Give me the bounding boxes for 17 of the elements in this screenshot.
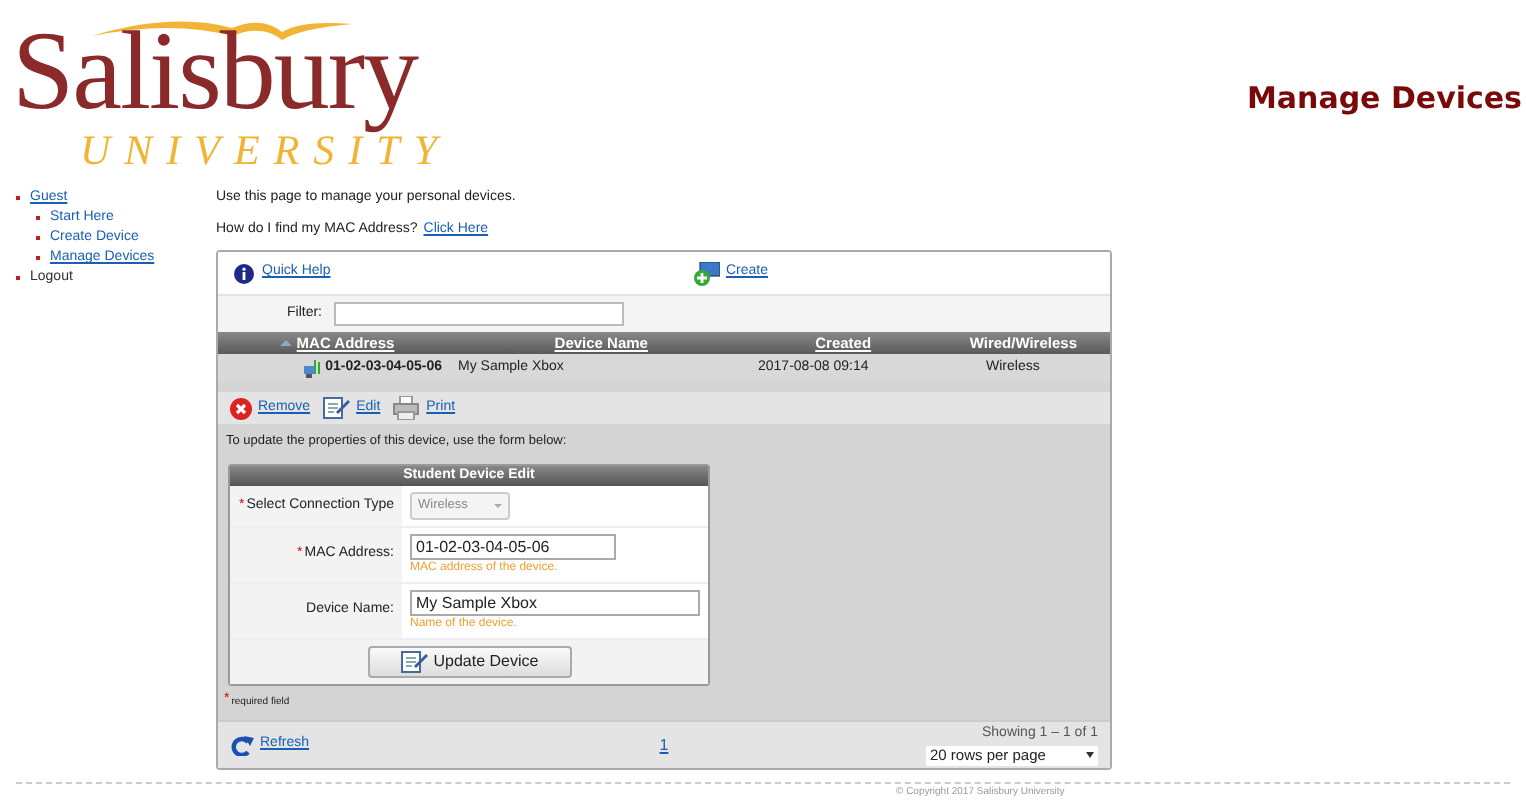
page-title: Manage Devices <box>1246 78 1522 120</box>
edit-icon <box>322 396 351 420</box>
dropdown-caret-icon <box>494 504 502 508</box>
page-link[interactable]: 1 <box>659 733 669 757</box>
dropdown-caret-icon <box>1085 752 1094 759</box>
text-field[interactable]: 01-02-03-04-05-06 <box>410 534 616 560</box>
filter-field[interactable] <box>334 302 624 326</box>
network-device-icon <box>303 359 322 377</box>
edit-icon <box>399 650 428 674</box>
update-device-button[interactable]: Update Device <box>367 646 571 678</box>
university-logo: Salisbury UNIVERSITY <box>12 8 453 168</box>
sort-arrow-icon <box>280 340 293 346</box>
add-computer-icon <box>694 261 720 285</box>
remove-icon <box>230 397 252 419</box>
refresh-icon <box>230 735 254 755</box>
info-icon <box>234 263 254 283</box>
text-field[interactable]: My Sample Xbox <box>410 590 700 616</box>
